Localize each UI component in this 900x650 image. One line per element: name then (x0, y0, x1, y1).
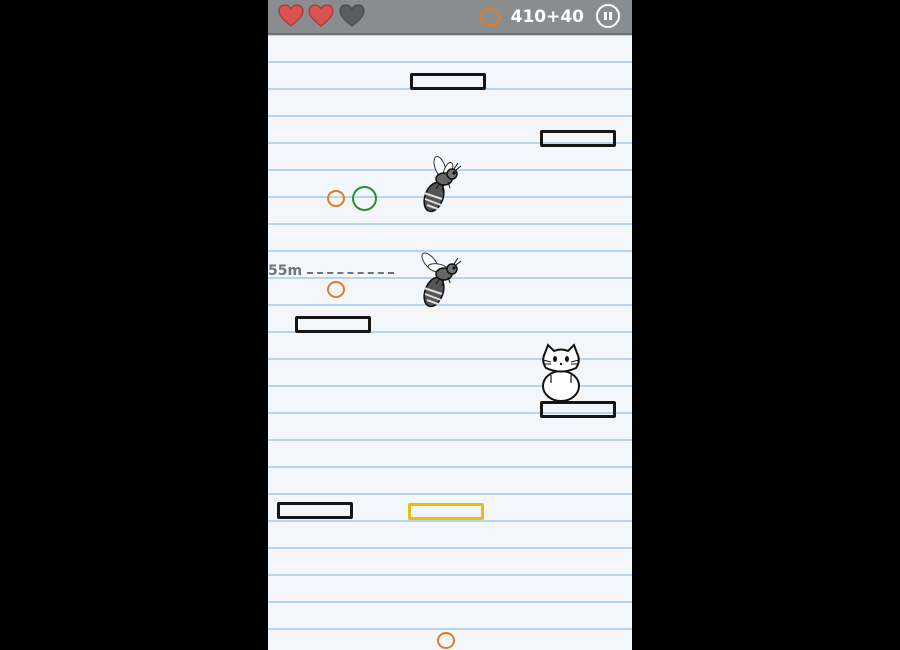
game-screen[interactable]: 410+40 55m (268, 0, 632, 650)
height-marker-label: 55m (268, 263, 303, 279)
coin-icon (478, 8, 501, 26)
empty-heart-icon (339, 4, 365, 27)
platform (540, 401, 616, 418)
wasp-enemy-icon (421, 252, 462, 308)
special-platform (408, 503, 484, 520)
score-display: 410+40 (478, 5, 584, 29)
platform (410, 73, 486, 90)
wasp-enemy-icon (423, 156, 462, 213)
coin (327, 281, 345, 298)
platform (540, 130, 616, 147)
heart-icon (278, 4, 304, 27)
coin (437, 632, 455, 649)
platform (277, 502, 353, 519)
score-text: 410+40 (510, 7, 584, 27)
platform (295, 316, 371, 333)
cat-player-icon (542, 343, 580, 402)
heart-icon (308, 4, 334, 27)
hud-bar: 410+40 (268, 0, 632, 35)
height-marker-line (307, 272, 394, 274)
green-coin (352, 186, 377, 211)
pause-button[interactable] (596, 4, 620, 28)
coin (327, 190, 345, 207)
